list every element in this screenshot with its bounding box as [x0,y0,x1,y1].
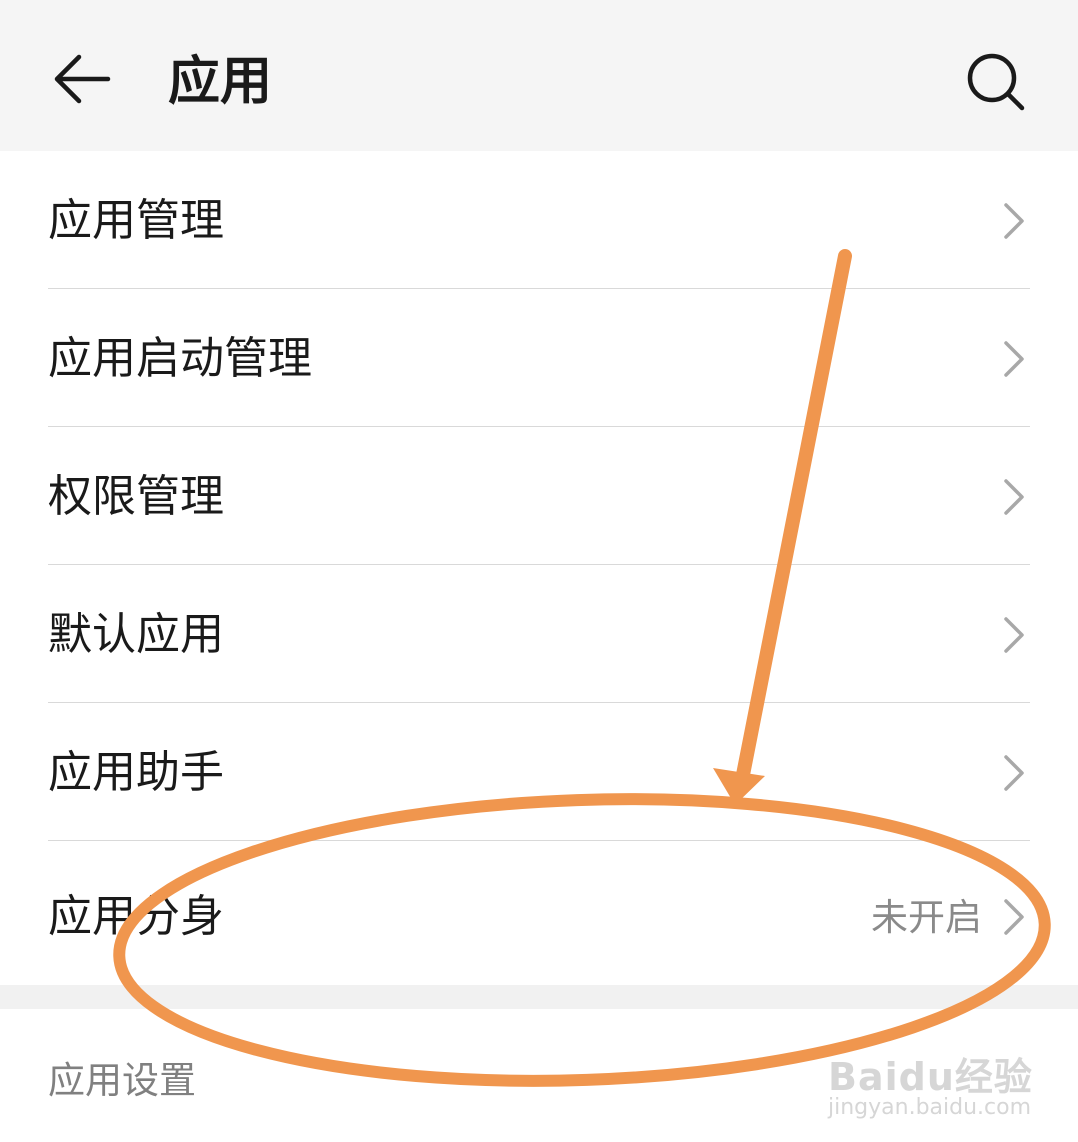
list-item-label: 应用分身 [48,891,224,942]
list-item-label: 权限管理 [48,471,224,522]
list-item-label: 应用启动管理 [48,333,312,384]
app-header: 应用 [0,0,1078,151]
list-item-label: 默认应用 [48,609,224,660]
section-title-app-settings: 应用设置 [48,1059,196,1102]
chevron-right-icon [1004,899,1024,935]
chevron-right-icon [1004,617,1024,653]
chevron-right-icon [1004,341,1024,377]
search-button[interactable] [962,48,1028,114]
list-item-default-apps[interactable]: 默认应用 [0,565,1078,703]
list-item-app-assistant[interactable]: 应用助手 [0,703,1078,841]
back-button[interactable] [48,46,114,112]
list-item-app-launch-management[interactable]: 应用启动管理 [0,289,1078,427]
section-gap [0,985,1078,1009]
status-value: 未开启 [871,896,982,939]
list-item-app-management[interactable]: 应用管理 [0,151,1078,289]
arrow-left-icon [54,54,111,104]
watermark-url: jingyan.baidu.com [828,1095,1032,1120]
search-icon [967,53,1025,111]
list-item-label: 应用助手 [48,747,224,798]
page-title: 应用 [168,52,273,112]
chevron-right-icon [1004,479,1024,515]
list-item-app-twin[interactable]: 应用分身 未开启 [0,841,1078,984]
watermark-logo: Baidu经验 [828,1055,1033,1099]
list-item-label: 应用管理 [48,195,224,246]
list-item-permission-management[interactable]: 权限管理 [0,427,1078,565]
settings-list: 应用管理 应用启动管理 权限管理 默认应用 应用助手 应用分身 未开启 [0,151,1078,984]
chevron-right-icon [1004,755,1024,791]
chevron-right-icon [1004,203,1024,239]
